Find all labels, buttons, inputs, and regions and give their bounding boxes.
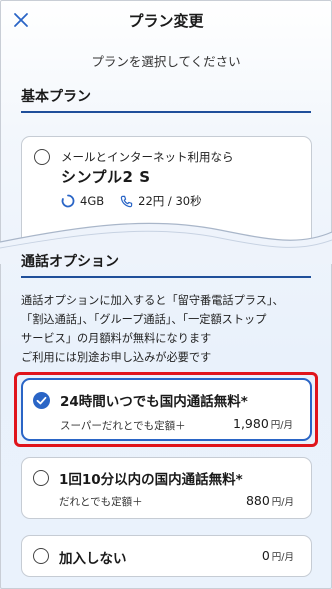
description-line: 通話オプションに加入すると「留守番電話プラス」、 [21,294,284,307]
option-price: 880 円/月 [246,493,294,508]
plan-name: シンプル2 S [61,168,151,186]
option-radio[interactable] [33,470,49,486]
option-price-value: 1,980 [233,416,269,431]
description-line: サービス」の月額料が無料になります [21,332,212,345]
option-price-unit: 円/月 [270,420,293,431]
plan-radio[interactable] [34,149,50,165]
option-title: 24時間いつでも国内通話無料* [60,394,248,410]
call-options-rule [21,276,311,278]
option-price-value: 880 [245,493,270,508]
option-title: 加入しない [59,551,127,567]
plan-description: メールとインターネット利用なら [61,150,234,164]
description-line: ご利用には別途お申し込みが必要です [21,351,212,364]
option-subtitle: だれとでも定額＋ [59,496,143,508]
page-subtitle: プランを選択してください [91,54,241,69]
option-price-unit: 円/月 [271,497,294,508]
header: プラン変更 [0,0,332,40]
basic-plan-heading: 基本プラン [21,89,91,105]
option-card-24h[interactable]: 24時間いつでも国内通話無料* スーパーだれとでも定額＋ 1,980 円/月 [21,378,312,441]
option-subtitle: スーパーだれとでも定額＋ [60,420,186,432]
option-price-unit: 円/月 [271,552,294,563]
page-title: プラン変更 [128,12,204,30]
option-price-value: 0 [261,548,270,563]
option-card-none[interactable]: 加入しない 0 円/月 [21,535,312,577]
call-options-description: 通話オプションに加入すると「留守番電話プラス」、 「割込通話」、「グループ通話」… [21,291,317,367]
option-title: 1回10分以内の国内通話無料* [59,472,243,488]
check-icon[interactable] [33,392,50,409]
option-price: 1,980 円/月 [233,416,293,431]
option-card-10min[interactable]: 1回10分以内の国内通話無料* だれとでも定額＋ 880 円/月 [21,457,312,519]
basic-plan-rule [21,111,311,113]
call-options-heading: 通話オプション [21,254,119,270]
option-radio[interactable] [33,548,49,564]
description-line: 「割込通話」、「グループ通話」、「一定額ストップ [21,313,267,326]
option-price: 0 円/月 [262,548,294,563]
